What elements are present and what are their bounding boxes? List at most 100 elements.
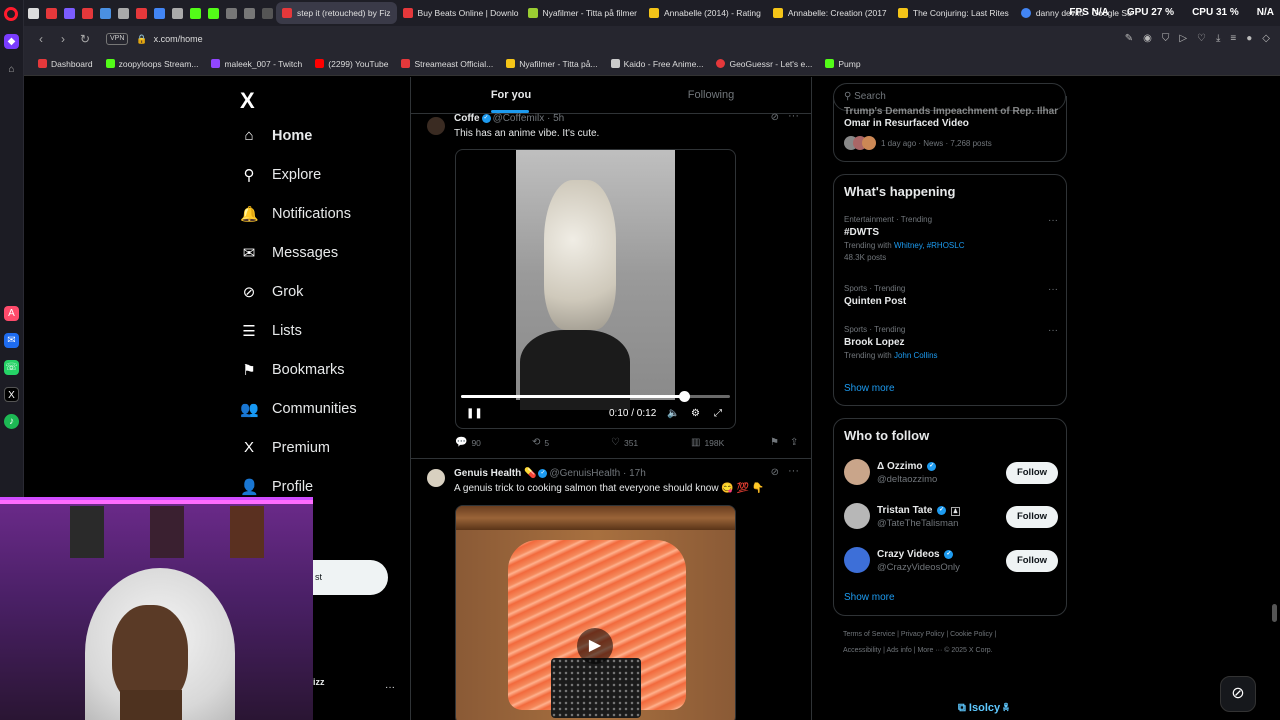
footer-links[interactable]: Accessibility | Ads info | More ··· © 20… — [843, 647, 993, 654]
download-icon[interactable]: ⤓ — [1216, 33, 1220, 44]
bookmark-item[interactable]: GeoGuessr - Let's e... — [716, 59, 812, 69]
back-icon[interactable]: ‹ — [30, 32, 52, 46]
pinned-tab-icon[interactable] — [258, 0, 276, 26]
more-icon[interactable]: ··· — [788, 465, 799, 477]
camera-icon[interactable]: ◉ — [1143, 33, 1152, 44]
pinned-tab-icon[interactable] — [96, 0, 114, 26]
lock-icon[interactable]: 🔒 — [136, 34, 147, 45]
volume-icon[interactable]: 🔈 — [667, 408, 679, 419]
messenger-icon[interactable]: ✉ — [4, 333, 19, 348]
nav-premium[interactable]: X Premium — [240, 439, 330, 456]
video-progress-bar[interactable] — [461, 391, 730, 402]
more-icon[interactable]: ··· — [1048, 325, 1058, 336]
url-field[interactable]: x.com/home — [154, 34, 203, 44]
news-card[interactable]: Trump's Demands Impeachment of Rep. Ilha… — [833, 96, 1067, 162]
nav-communities[interactable]: 👥 Communities — [240, 400, 357, 418]
nav-notifications[interactable]: 🔔 Notifications — [240, 205, 351, 223]
post-button[interactable]: st — [313, 560, 388, 595]
aria-icon[interactable]: A — [4, 306, 19, 321]
video-player[interactable]: ❚❚ 0:10 / 0:12 🔈 ⚙ ⤢ — [455, 149, 736, 429]
whatsapp-icon[interactable]: ☏ — [4, 360, 19, 375]
nav-profile[interactable]: 👤 Profile — [240, 478, 313, 496]
bookmark-button[interactable]: ⚑ — [770, 437, 779, 448]
reply-button[interactable]: 💬 90 — [455, 437, 481, 448]
like-button[interactable]: ♡ 351 — [611, 437, 638, 448]
nav-grok[interactable]: ⊘ Grok — [240, 283, 304, 301]
trend-item[interactable]: Entertainment · Trending #DWTS Trending … — [844, 215, 1058, 262]
nav-home[interactable]: ⌂ Home — [240, 127, 312, 144]
forward-icon[interactable]: › — [52, 32, 74, 46]
pinned-tab-icon[interactable] — [150, 0, 168, 26]
fullscreen-icon[interactable]: ⤢ — [714, 408, 722, 419]
x-logo[interactable]: X — [240, 88, 255, 114]
trend-item[interactable]: Sports · Trending Brook Lopez Trending w… — [844, 325, 1058, 360]
vpn-badge[interactable]: VPN — [106, 33, 129, 45]
x-app-icon[interactable]: X — [4, 387, 19, 402]
follow-suggestion[interactable]: Crazy Videos ✓ @CrazyVideosOnly Follow — [844, 547, 1058, 577]
more-icon[interactable]: ··· — [788, 110, 799, 122]
settings-gear-icon[interactable]: ⚙ — [691, 408, 700, 419]
author-name[interactable]: Genuis Health 💊 — [454, 468, 536, 479]
account-name[interactable]: izz — [313, 677, 325, 687]
tab[interactable]: step it (retouched) by Fiz — [276, 2, 397, 24]
avatar[interactable] — [844, 503, 870, 529]
follow-suggestion[interactable]: Tristan Tate ✓ ♟ @TateTheTalisman Follow — [844, 503, 1058, 533]
repost-button[interactable]: ⟲ 5 — [532, 437, 549, 448]
avatar[interactable] — [844, 459, 870, 485]
play-icon[interactable]: ▶ — [577, 628, 613, 664]
tab[interactable]: Nyafilmer - Titta på filmer — [522, 2, 643, 24]
more-icon[interactable]: ··· — [1048, 284, 1058, 295]
bookmark-item[interactable]: Streameast Official... — [401, 59, 493, 69]
author-handle[interactable]: @GenuisHealth · 17h — [549, 468, 645, 479]
avatar[interactable] — [427, 469, 445, 487]
bookmark-item[interactable]: zoopyloops Stream... — [105, 59, 198, 69]
pinned-tab-icon[interactable] — [78, 0, 96, 26]
nav-lists[interactable]: ☰ Lists — [240, 322, 302, 340]
reload-icon[interactable]: ↻ — [74, 32, 96, 46]
edit-icon[interactable]: ✎ — [1125, 33, 1133, 44]
share-button[interactable]: ⇪ — [790, 437, 798, 448]
profile-icon[interactable]: ● — [1246, 33, 1252, 44]
pinned-tab-icon[interactable] — [42, 0, 60, 26]
pinned-tab-icon[interactable] — [114, 0, 132, 26]
pinned-tab-icon[interactable] — [204, 0, 222, 26]
bookmark-item[interactable]: Kaido - Free Anime... — [610, 59, 703, 69]
follow-button[interactable]: Follow — [1006, 550, 1058, 572]
more-icon[interactable]: ··· — [1048, 215, 1058, 226]
pinned-tab-icon[interactable] — [132, 0, 150, 26]
follow-button[interactable]: Follow — [1006, 506, 1058, 528]
bookmark-item[interactable]: (2299) YouTube — [315, 59, 388, 69]
heart-icon[interactable]: ♡ — [1197, 33, 1206, 44]
bookmark-item[interactable]: Pump — [825, 59, 861, 69]
follow-button[interactable]: Follow — [1006, 462, 1058, 484]
pinned-tab-icon[interactable] — [60, 0, 78, 26]
account-more-icon[interactable]: ··· — [385, 682, 395, 693]
menu-icon[interactable]: ≡ — [1230, 33, 1236, 44]
pinned-tab-icon[interactable] — [240, 0, 258, 26]
nav-bookmarks[interactable]: ⚑ Bookmarks — [240, 361, 344, 379]
trend-item[interactable]: Sports · Trending Quinten Post ··· — [844, 284, 1058, 307]
shield-icon[interactable]: ⛉ — [1162, 33, 1170, 44]
pause-icon[interactable]: ❚❚ — [466, 408, 483, 419]
show-more-link[interactable]: Show more — [844, 592, 895, 603]
pinned-tab-icon[interactable] — [168, 0, 186, 26]
opera-logo-icon[interactable] — [4, 7, 18, 21]
extension-icon[interactable]: ◇ — [1262, 33, 1270, 44]
grok-icon[interactable]: ⊘ — [771, 112, 779, 123]
pinned-tab-icon[interactable] — [24, 0, 42, 26]
play-icon[interactable]: ▷ — [1179, 33, 1187, 44]
show-more-link[interactable]: Show more — [844, 383, 895, 394]
bookmark-item[interactable]: maleek_007 - Twitch — [211, 59, 302, 69]
avatar[interactable] — [844, 547, 870, 573]
pinned-tab-icon[interactable] — [186, 0, 204, 26]
grok-icon[interactable]: ⊘ — [771, 467, 779, 478]
bookmark-item[interactable]: Dashboard — [38, 59, 93, 69]
spotify-icon[interactable]: ♪ — [4, 414, 19, 429]
grok-fab-icon[interactable]: ⊘ — [1220, 676, 1256, 712]
video-player[interactable]: ▶ — [455, 505, 736, 720]
views-button[interactable]: ▥ 198K — [691, 437, 724, 448]
follow-suggestion[interactable]: Δ Ozzimo ✓ @deltaozzimo Follow — [844, 459, 1058, 489]
bookmark-item[interactable]: Nyafilmer - Titta på... — [506, 59, 598, 69]
footer-links[interactable]: Terms of Service | Privacy Policy | Cook… — [843, 631, 996, 638]
avatar[interactable] — [427, 117, 445, 135]
